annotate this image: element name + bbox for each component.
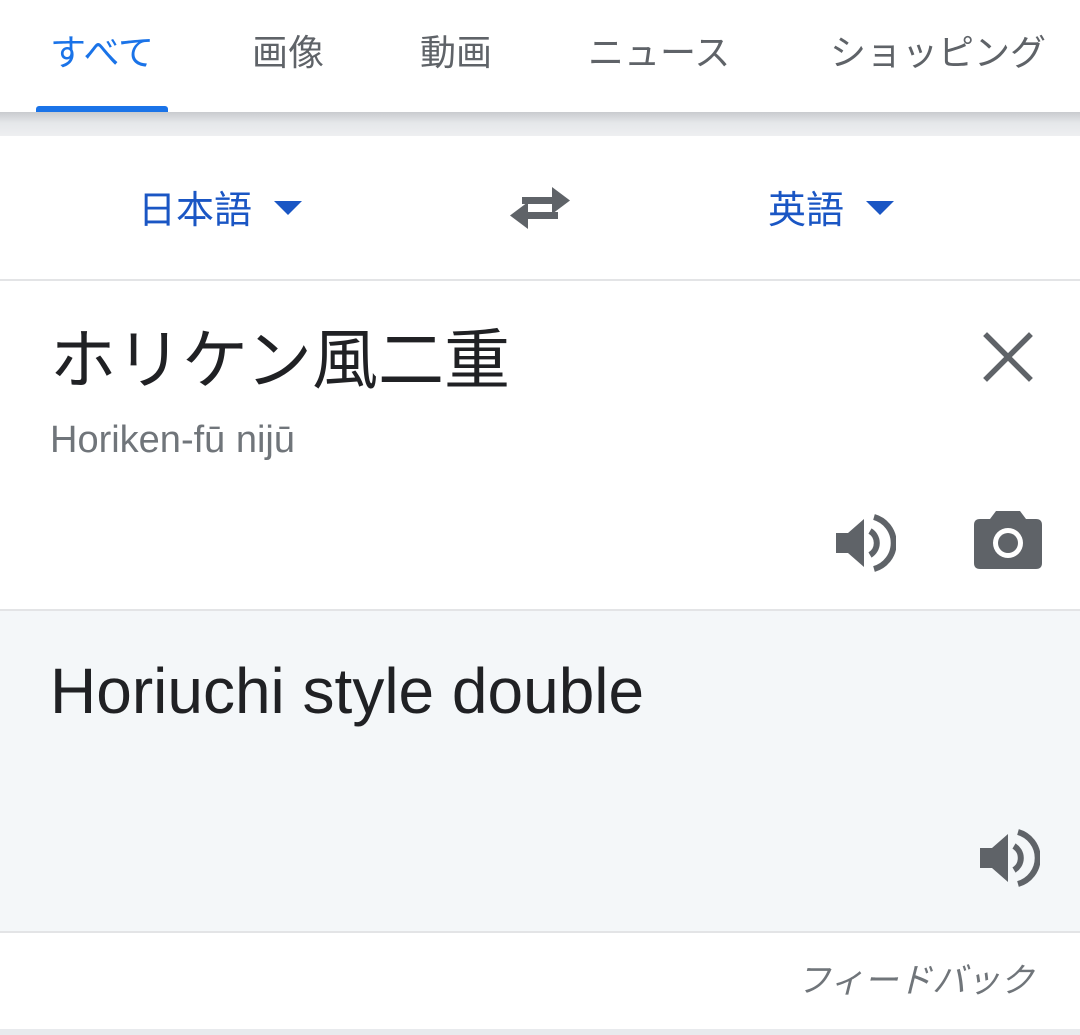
language-bar: 日本語 英語: [0, 136, 1080, 281]
tab-images[interactable]: 画像: [252, 30, 324, 78]
listen-translation-button[interactable]: [976, 826, 1040, 890]
clear-button[interactable]: [980, 329, 1036, 385]
camera-button[interactable]: [972, 507, 1044, 571]
target-language-selector[interactable]: 英語: [768, 182, 895, 232]
listen-source-button[interactable]: [832, 511, 896, 575]
swap-languages-button[interactable]: [508, 184, 572, 232]
caret-down-icon: [866, 201, 895, 215]
translation-panel: Horiuchi style double: [0, 611, 1080, 933]
source-panel: ホリケン風二重 Horiken-fū nijū: [0, 281, 1080, 611]
source-romanization: Horiken-fū nijū: [50, 419, 295, 461]
translation-text: Horiuchi style double: [50, 655, 645, 727]
tab-news[interactable]: ニュース: [588, 30, 730, 78]
target-language-label: 英語: [768, 187, 845, 232]
search-tabs: すべて 画像 動画 ニュース ショッピング: [0, 0, 1080, 112]
tabs-shadow: [0, 112, 1080, 136]
bottom-divider: [0, 1029, 1080, 1035]
tab-all[interactable]: すべて: [50, 30, 154, 78]
feedback-link[interactable]: フィードバック: [797, 959, 1034, 1003]
swap-arrows-icon: [510, 187, 570, 229]
close-icon: [983, 332, 1033, 382]
speaker-icon: [836, 514, 896, 572]
speaker-icon: [980, 829, 1040, 887]
source-language-selector[interactable]: 日本語: [138, 182, 303, 232]
feedback-area: フィードバック: [0, 933, 1080, 1029]
source-text[interactable]: ホリケン風二重: [50, 319, 510, 403]
tab-shopping[interactable]: ショッピング: [830, 30, 1046, 78]
source-language-label: 日本語: [138, 187, 253, 232]
tab-videos[interactable]: 動画: [420, 30, 492, 78]
camera-icon: [974, 511, 1042, 569]
caret-down-icon: [274, 201, 303, 215]
